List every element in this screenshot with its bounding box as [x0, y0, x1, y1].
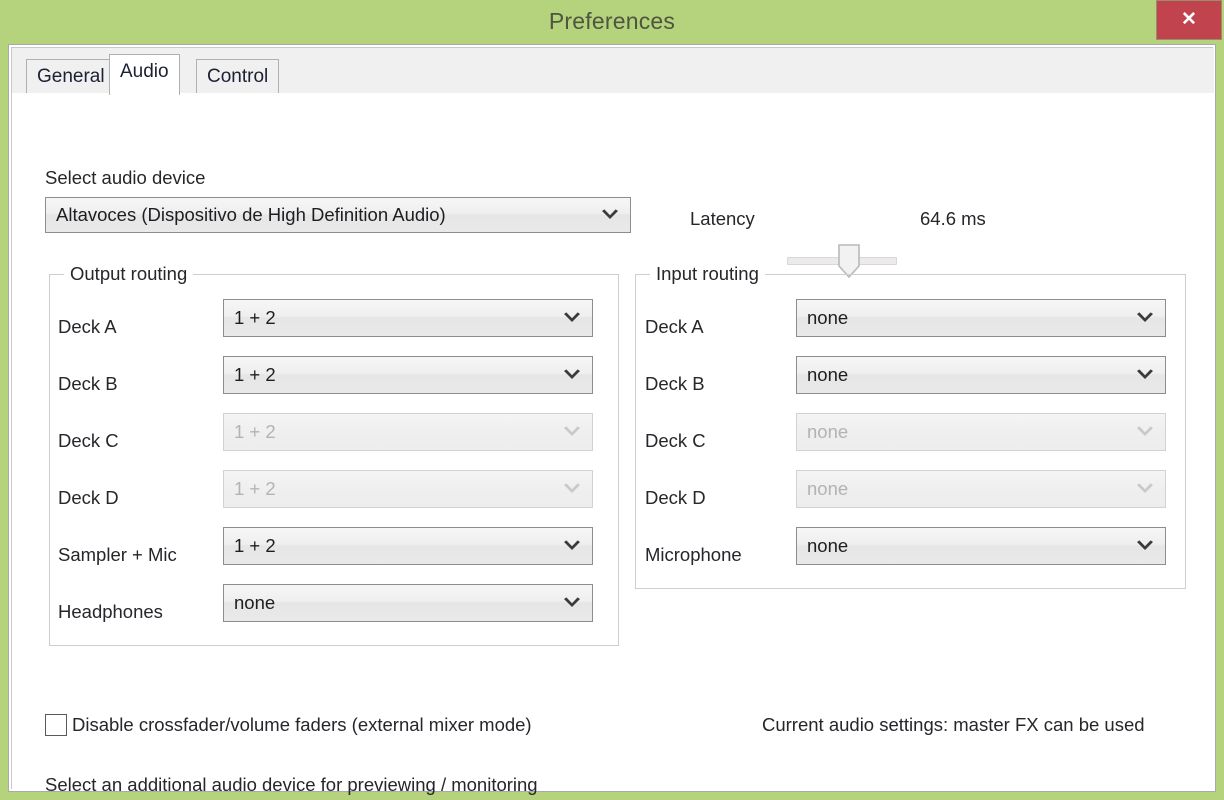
input-deck-c-label: Deck C — [645, 430, 706, 451]
chevron-down-icon — [561, 528, 583, 564]
output-deck-b-combo[interactable]: 1 + 2 — [223, 356, 593, 394]
audio-tab-page: Select audio device Altavoces (Dispositi… — [12, 93, 1214, 795]
input-routing-legend: Input routing — [650, 263, 765, 285]
output-routing-legend: Output routing — [64, 263, 194, 285]
input-microphone-combo[interactable]: none — [796, 527, 1166, 565]
window-title: Preferences — [548, 8, 676, 34]
chevron-down-icon — [1134, 300, 1156, 336]
disable-faders-checkbox[interactable] — [45, 714, 67, 736]
output-deck-a-value: 1 + 2 — [234, 306, 276, 328]
output-sampler-mic-value: 1 + 2 — [234, 534, 276, 556]
output-sampler-mic-label: Sampler + Mic — [58, 544, 177, 565]
chevron-down-icon — [561, 471, 583, 507]
preview-device-label: Select an additional audio device for pr… — [45, 774, 538, 795]
window-client-inner: General Audio Control Select audio devic… — [11, 47, 1214, 795]
disable-faders-label[interactable]: Disable crossfader/volume faders (extern… — [72, 714, 532, 736]
input-deck-a-value: none — [807, 306, 849, 328]
tab-audio[interactable]: Audio — [109, 54, 180, 95]
select-audio-device-label: Select audio device — [45, 167, 206, 188]
output-headphones-combo[interactable]: none — [223, 584, 593, 622]
latency-label: Latency — [690, 208, 755, 229]
output-headphones-value: none — [234, 591, 276, 613]
output-headphones-label: Headphones — [58, 601, 163, 622]
input-deck-d-combo: none — [796, 470, 1166, 508]
chevron-down-icon — [561, 414, 583, 450]
chevron-down-icon — [1134, 414, 1156, 450]
chevron-down-icon — [561, 300, 583, 336]
output-deck-a-label: Deck A — [58, 316, 117, 337]
tab-strip: General Audio Control — [12, 48, 1214, 95]
input-deck-a-combo[interactable]: none — [796, 299, 1166, 337]
chevron-down-icon — [1134, 357, 1156, 393]
title-bar: Preferences ✕ — [0, 0, 1224, 42]
chevron-down-icon — [561, 357, 583, 393]
output-deck-c-label: Deck C — [58, 430, 119, 451]
input-deck-d-value: none — [807, 477, 849, 499]
chevron-down-icon — [1134, 528, 1156, 564]
input-deck-b-value: none — [807, 363, 849, 385]
output-deck-a-combo[interactable]: 1 + 2 — [223, 299, 593, 337]
audio-device-combo-value: Altavoces (Dispositivo de High Definitio… — [56, 203, 446, 225]
output-deck-c-value: 1 + 2 — [234, 420, 276, 442]
output-deck-b-label: Deck B — [58, 373, 118, 394]
input-deck-c-value: none — [807, 420, 849, 442]
window-client-area: General Audio Control Select audio devic… — [8, 44, 1216, 795]
input-microphone-value: none — [807, 534, 849, 556]
output-deck-b-value: 1 + 2 — [234, 363, 276, 385]
tab-control[interactable]: Control — [196, 59, 280, 94]
input-deck-b-label: Deck B — [645, 373, 705, 394]
input-deck-b-combo[interactable]: none — [796, 356, 1166, 394]
audio-status-text: Current audio settings: master FX can be… — [762, 714, 1145, 735]
output-deck-d-combo: 1 + 2 — [223, 470, 593, 508]
output-deck-d-value: 1 + 2 — [234, 477, 276, 499]
input-deck-d-label: Deck D — [645, 487, 706, 508]
chevron-down-icon — [1134, 471, 1156, 507]
close-button[interactable]: ✕ — [1156, 0, 1222, 40]
chevron-down-icon — [599, 198, 621, 232]
input-microphone-label: Microphone — [645, 544, 742, 565]
audio-device-combo[interactable]: Altavoces (Dispositivo de High Definitio… — [45, 197, 631, 233]
latency-value: 64.6 ms — [920, 208, 986, 229]
output-deck-c-combo: 1 + 2 — [223, 413, 593, 451]
latency-slider-thumb[interactable] — [838, 244, 860, 279]
tab-general[interactable]: General — [26, 59, 116, 94]
output-deck-d-label: Deck D — [58, 487, 119, 508]
input-deck-c-combo: none — [796, 413, 1166, 451]
input-deck-a-label: Deck A — [645, 316, 704, 337]
output-sampler-mic-combo[interactable]: 1 + 2 — [223, 527, 593, 565]
chevron-down-icon — [561, 585, 583, 621]
preferences-window: Preferences ✕ General Audio Control Sele… — [0, 0, 1224, 800]
